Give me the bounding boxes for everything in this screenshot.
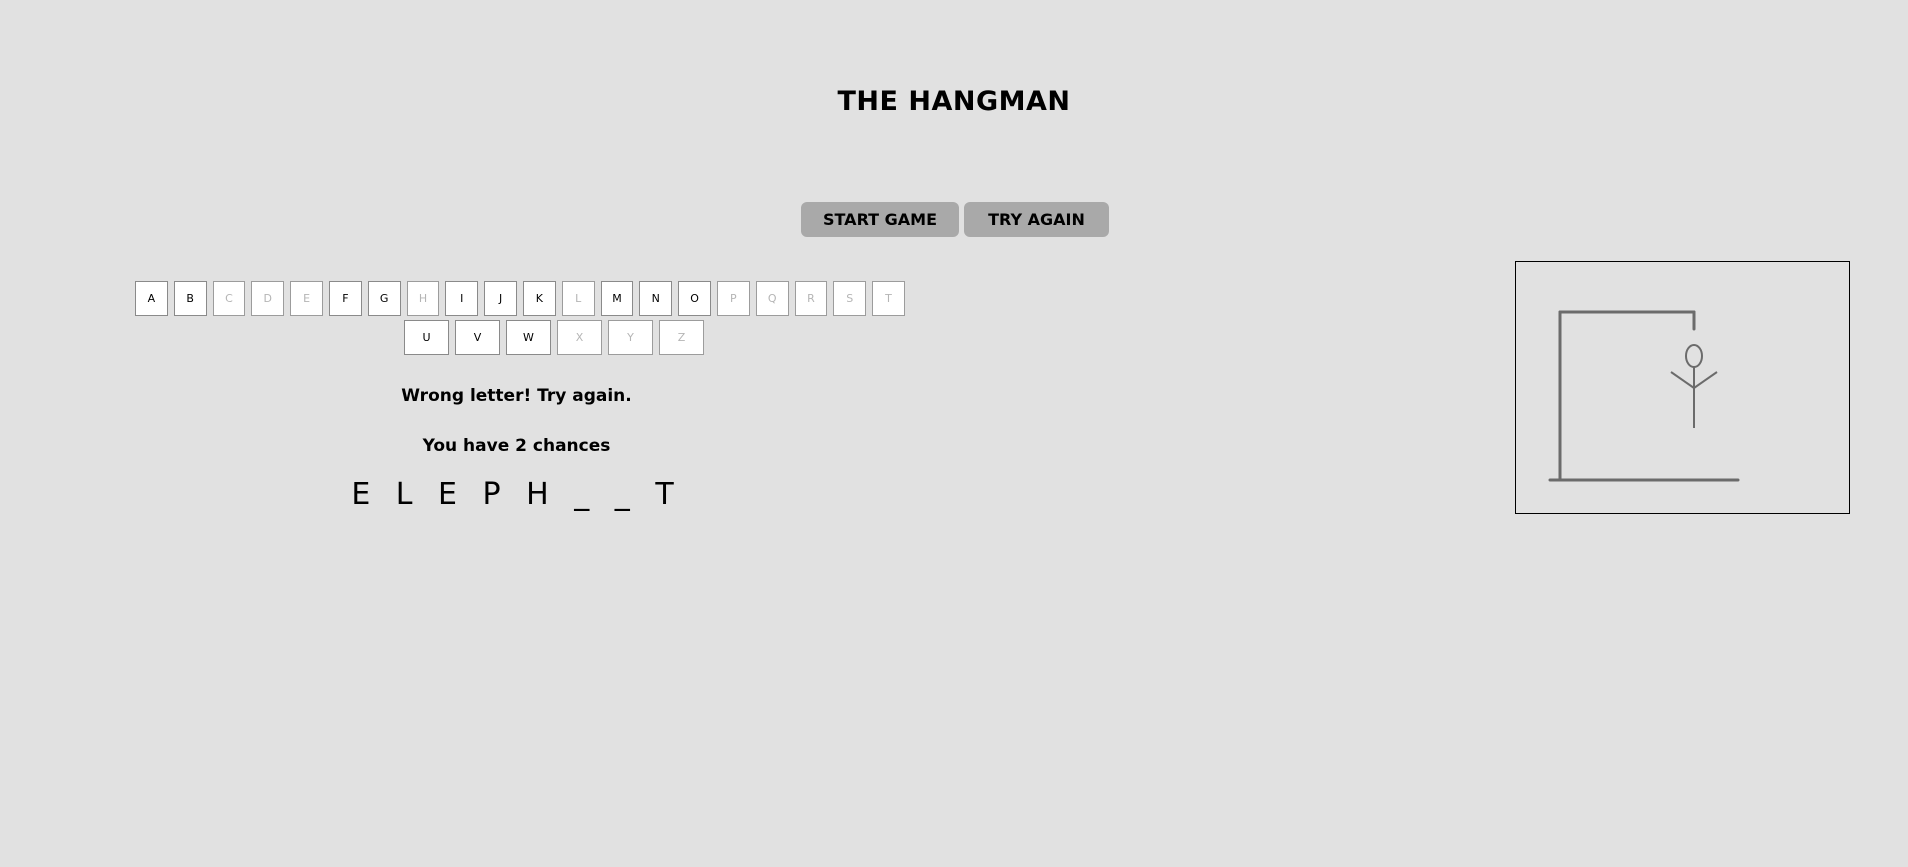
letter-key-d: D xyxy=(251,281,285,316)
feedback-message: Wrong letter! Try again. xyxy=(401,386,632,406)
letter-key-s: S xyxy=(833,281,867,316)
letter-key-w[interactable]: W xyxy=(506,320,551,355)
keyboard-row-1: ABCDEFGHIJKLMNOPQRST xyxy=(135,281,905,316)
hangman-canvas xyxy=(1548,310,1740,482)
letter-key-h: H xyxy=(406,281,440,316)
letter-key-i[interactable]: I xyxy=(445,281,479,316)
figure-left-arm xyxy=(1670,371,1695,389)
letter-key-n[interactable]: N xyxy=(639,281,673,316)
letter-key-a[interactable]: A xyxy=(135,281,168,316)
letter-key-p: P xyxy=(716,281,750,316)
letter-key-f[interactable]: F xyxy=(328,281,362,316)
page-title: THE HANGMAN xyxy=(837,86,1071,117)
figure-head xyxy=(1685,344,1703,368)
hangman-drawing xyxy=(1515,261,1850,514)
keyboard-row-2: UVWXYZ xyxy=(135,320,905,355)
letter-key-m[interactable]: M xyxy=(600,281,634,316)
letter-key-b[interactable]: B xyxy=(173,281,207,316)
letter-key-v[interactable]: V xyxy=(455,320,500,355)
game-page: THE HANGMAN START GAME TRY AGAIN ABCDEFG… xyxy=(0,0,1908,867)
start-game-button[interactable]: START GAME xyxy=(801,202,959,237)
letter-key-j[interactable]: J xyxy=(484,281,517,316)
figure-right-arm xyxy=(1693,371,1718,389)
letter-key-u[interactable]: U xyxy=(404,320,449,355)
letter-key-l: L xyxy=(561,281,595,316)
letter-keyboard: ABCDEFGHIJKLMNOPQRST UVWXYZ xyxy=(135,281,905,359)
word-display: E L E P H _ _ T xyxy=(351,477,682,512)
letter-key-k[interactable]: K xyxy=(522,281,556,316)
letter-key-r: R xyxy=(794,281,828,316)
letter-key-z: Z xyxy=(659,320,704,355)
letter-key-g[interactable]: G xyxy=(367,281,401,316)
chances-counter: You have 2 chances xyxy=(422,436,611,456)
letter-key-e: E xyxy=(290,281,323,316)
letter-key-q: Q xyxy=(755,281,789,316)
controls: START GAME TRY AGAIN xyxy=(801,202,1109,237)
letter-key-o[interactable]: O xyxy=(678,281,711,316)
try-again-button[interactable]: TRY AGAIN xyxy=(964,202,1109,237)
letter-key-t: T xyxy=(872,281,905,316)
letter-key-y: Y xyxy=(608,320,653,355)
letter-key-c: C xyxy=(212,281,246,316)
letter-key-x: X xyxy=(557,320,602,355)
